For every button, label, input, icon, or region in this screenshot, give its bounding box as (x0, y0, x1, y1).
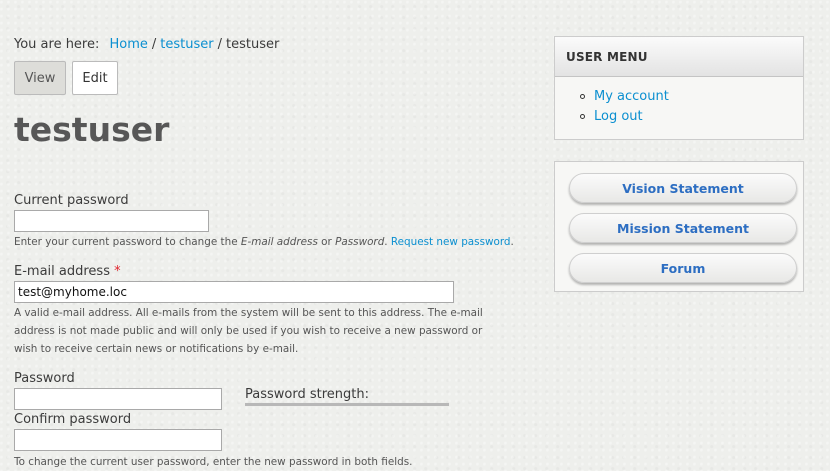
confirm-password-label: Confirm password (14, 412, 132, 427)
password-label: Password (14, 371, 75, 386)
breadcrumb-user-link[interactable]: testuser (160, 37, 213, 52)
user-menu-block: USER MENU My account Log out (554, 36, 804, 140)
bullet-icon (580, 113, 585, 119)
forum-button[interactable]: Forum (569, 253, 797, 283)
list-item: Log out (580, 106, 669, 126)
password-input[interactable] (14, 388, 222, 410)
bullet-icon (580, 93, 585, 99)
breadcrumb-current: testuser (226, 37, 280, 52)
my-account-link[interactable]: My account (594, 89, 669, 104)
vision-statement-button[interactable]: Vision Statement (569, 173, 797, 203)
email-description: A valid e-mail address. All e-mails from… (14, 307, 483, 355)
breadcrumb: You are here: Home / testuser / testuser (14, 37, 280, 52)
breadcrumb-home-link[interactable]: Home (110, 37, 148, 52)
confirm-password-description: To change the current user password, ent… (14, 456, 413, 468)
request-new-password-link[interactable]: Request new password (391, 236, 511, 248)
user-menu-title: USER MENU (555, 37, 803, 77)
required-marker: * (114, 264, 121, 279)
tab-edit[interactable]: Edit (72, 61, 118, 95)
current-password-description: Enter your current password to change th… (14, 236, 514, 248)
statements-block: Vision Statement Mission Statement Forum (554, 161, 804, 292)
current-password-label: Current password (14, 193, 129, 208)
current-password-input[interactable] (14, 210, 209, 232)
page-title: testuser (14, 110, 170, 149)
tab-view[interactable]: View (14, 61, 66, 95)
password-strength-bar (245, 403, 449, 406)
mission-statement-button[interactable]: Mission Statement (569, 213, 797, 243)
email-label: E-mail address * (14, 264, 121, 279)
local-tabs: View Edit (14, 61, 118, 95)
password-strength-label: Password strength: (245, 387, 369, 402)
confirm-password-input[interactable] (14, 429, 222, 451)
breadcrumb-label: You are here: (14, 37, 100, 52)
email-input[interactable] (14, 281, 454, 303)
log-out-link[interactable]: Log out (594, 109, 643, 124)
user-menu-list: My account Log out (580, 86, 669, 126)
list-item: My account (580, 86, 669, 106)
